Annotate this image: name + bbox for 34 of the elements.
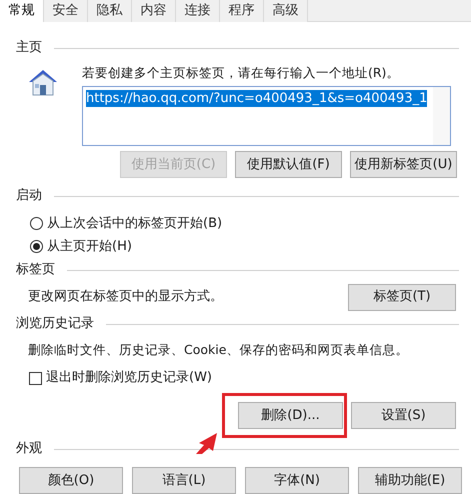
arrow-drawing [196,433,218,454]
dialog-button[interactable]: 使用新标签页(U) [350,151,457,178]
scrollbar [433,87,450,145]
section-heading: 启动 [16,187,42,206]
checkbox-label: 退出时删除浏览历史记录(W) [46,369,212,388]
dialog-button[interactable]: 语言(L) [132,467,236,494]
section-heading: 浏览历史记录 [16,315,94,334]
tab[interactable]: 隐私 [88,0,132,22]
radio-button[interactable] [30,240,43,253]
tab[interactable]: 高级 [264,0,308,22]
tab[interactable]: 连接 [176,0,220,22]
section-heading: 外观 [16,440,42,458]
tab[interactable]: 安全 [44,0,88,22]
url-text: https://hao.qq.com/?unc=o400493_1&s=o400493_1 [86,90,428,107]
instruction-text: 若要创建多个主页标签页，请在每行输入一个地址(R)。 [82,64,400,82]
dialog-button[interactable]: 标签页(T) [348,284,456,310]
description-text: 删除临时文件、历史记录、Cookie、保存的密码和网页表单信息。 [28,342,408,357]
tab[interactable]: 程序 [220,0,264,22]
tab[interactable]: 常规 [0,0,44,22]
dialog-button[interactable]: 删除(D)... [238,402,343,429]
dialog-button[interactable]: 字体(N) [245,467,349,494]
section-heading: 主页 [16,39,42,58]
section-heading: 标签页 [16,261,55,280]
radio-label: 从上次会话中的标签页开始(B) [47,214,222,233]
radio-button[interactable] [30,217,43,230]
url-textarea[interactable]: https://hao.qq.com/?unc=o400493_1&s=o400493_1 [82,86,451,146]
dialog-button[interactable]: 辅助功能(E) [358,467,462,494]
radio-label: 从主页开始(H) [47,238,132,256]
dialog-button[interactable]: 设置(S) [351,402,456,429]
description-text: 更改网页在标签页中的显示方式。 [28,288,223,306]
dialog-button[interactable]: 颜色(O) [19,467,123,494]
checkbox[interactable] [29,372,42,384]
dialog-button[interactable]: 使用默认值(F) [235,151,342,178]
tab[interactable]: 内容 [132,0,176,22]
